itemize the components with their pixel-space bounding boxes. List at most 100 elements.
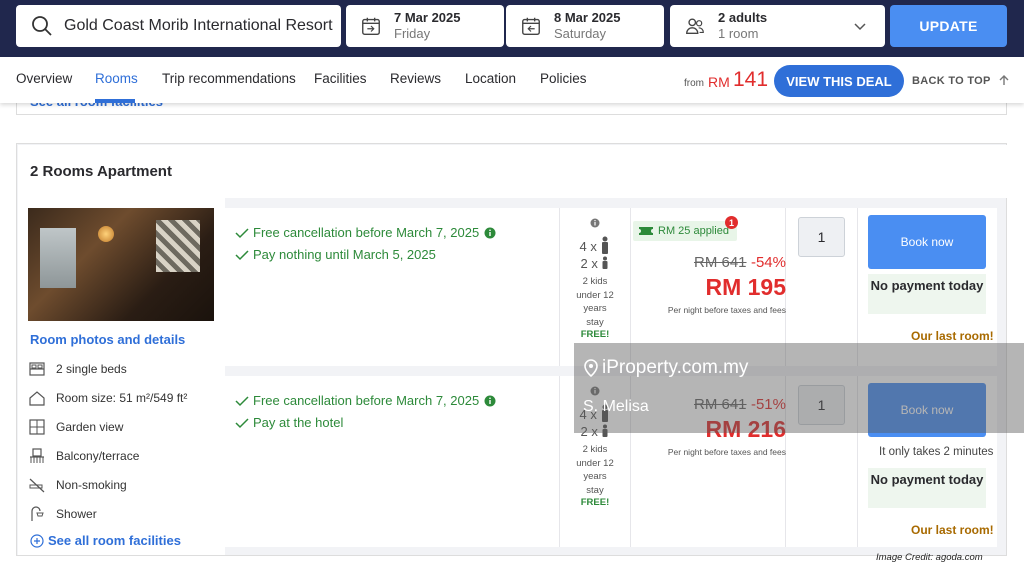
offer1-no-payment: No payment today bbox=[868, 274, 986, 314]
from-price: 141 bbox=[733, 68, 769, 91]
offer1-children: 2 x bbox=[580, 256, 598, 271]
checkout-day: Saturday bbox=[554, 26, 607, 41]
offer1-kids-note-2: under 12 bbox=[576, 289, 614, 301]
arrow-up-icon bbox=[999, 75, 1009, 85]
offer2-condition-2: Pay at the hotel bbox=[235, 415, 343, 430]
facility-shower: Shower bbox=[28, 505, 97, 523]
watermark-brand: iProperty.com.my bbox=[602, 357, 749, 378]
offer1-per-night: Per night before taxes and fees bbox=[667, 305, 786, 315]
facility-room-size: Room size: 51 m²/549 ft² bbox=[28, 389, 187, 407]
check-icon bbox=[235, 227, 249, 238]
offer1-last-room: Our last room! bbox=[911, 329, 994, 343]
balcony-icon bbox=[30, 448, 44, 463]
coupon-count-badge: 1 bbox=[725, 216, 738, 229]
guests-field[interactable]: 2 adults 1 room bbox=[670, 5, 885, 47]
offer2-condition-1: Free cancellation before March 7, 2025 bbox=[235, 393, 496, 408]
guests-rooms: 1 room bbox=[718, 26, 759, 41]
facility-non-smoking-label: Non-smoking bbox=[56, 478, 127, 492]
image-credit: Image Credit: agoda.com bbox=[876, 552, 983, 563]
active-tab-indicator bbox=[95, 99, 135, 103]
photo-wall-art bbox=[156, 220, 200, 272]
photo-window bbox=[40, 228, 76, 288]
checkin-date: 7 Mar 2025 bbox=[394, 10, 461, 25]
offer1-quantity-select[interactable]: 1 bbox=[798, 217, 845, 257]
info-small-icon[interactable] bbox=[590, 218, 600, 228]
update-button[interactable]: UPDATE bbox=[890, 5, 1007, 47]
offer2-condition-2-text: Pay at the hotel bbox=[253, 415, 344, 430]
facility-view-label: Garden view bbox=[56, 420, 124, 434]
see-all-facilities-link[interactable]: See all room facilities bbox=[30, 533, 181, 548]
check-icon bbox=[235, 249, 249, 260]
offer1-price: RM 641 -54% RM 195 Per night before taxe… bbox=[631, 254, 786, 315]
offer2-takes-note: It only takes 2 minutes bbox=[879, 446, 994, 458]
chevron-down-icon bbox=[854, 23, 866, 31]
bed-icon bbox=[29, 362, 45, 376]
see-all-facilities-label: See all room facilities bbox=[48, 533, 181, 548]
house-icon bbox=[29, 391, 45, 406]
offer1-kids-note-3: years bbox=[583, 303, 607, 314]
guests-adults: 2 adults bbox=[718, 10, 768, 25]
back-to-top-label: BACK TO TOP bbox=[912, 75, 991, 87]
tab-overview[interactable]: Overview bbox=[16, 71, 72, 86]
hotel-name-value: Gold Coast Morib International Resort bbox=[64, 17, 333, 34]
shower-icon bbox=[31, 506, 44, 521]
tab-reviews[interactable]: Reviews bbox=[390, 71, 441, 86]
checkin-field[interactable]: 7 Mar 2025 Friday bbox=[346, 5, 504, 47]
offer1-condition-2-text: Pay nothing until March 5, 2025 bbox=[253, 247, 436, 262]
offer1-kids-note-4: stay bbox=[586, 316, 604, 328]
offer2-kids-note-1: 2 kids bbox=[582, 444, 608, 455]
offer1-kids-note-1: 2 kids bbox=[582, 276, 608, 287]
section-nav: Overview Rooms Trip recommendations Faci… bbox=[0, 57, 1024, 103]
guests-icon bbox=[686, 18, 704, 35]
tab-location[interactable]: Location bbox=[465, 71, 516, 86]
offer1-final-price: RM 195 bbox=[705, 274, 786, 300]
from-currency: RM bbox=[708, 74, 730, 90]
facility-room-size-label: Room size: 51 m²/549 ft² bbox=[56, 391, 188, 405]
tab-facilities[interactable]: Facilities bbox=[314, 71, 367, 86]
search-bar: Gold Coast Morib International Resort 7 … bbox=[0, 0, 1024, 57]
photo-lamp bbox=[98, 226, 114, 242]
offer1-book-button[interactable]: Book now bbox=[868, 215, 986, 269]
checkout-field[interactable]: 8 Mar 2025 Saturday bbox=[506, 5, 664, 47]
offer1-condition-2: Pay nothing until March 5, 2025 bbox=[235, 247, 436, 262]
plus-circle-icon bbox=[30, 533, 44, 548]
view-deal-button[interactable]: VIEW THIS DEAL bbox=[774, 65, 904, 97]
coupon-icon bbox=[639, 227, 653, 235]
offer2-kids-note-4: stay bbox=[586, 484, 604, 496]
offer1-adults: 4 x bbox=[579, 239, 597, 254]
calendar-checkin-icon bbox=[362, 17, 380, 35]
facility-balcony-label: Balcony/terrace bbox=[56, 449, 140, 463]
room-photos-link[interactable]: Room photos and details bbox=[30, 332, 185, 347]
hotel-search-field[interactable]: Gold Coast Morib International Resort bbox=[16, 5, 341, 47]
offer2-kids-note-2: under 12 bbox=[576, 457, 614, 469]
check-icon bbox=[235, 417, 249, 428]
offer1-condition-1: Free cancellation before March 7, 2025 bbox=[235, 225, 496, 240]
facility-beds: 2 single beds bbox=[28, 360, 127, 378]
coupon-applied-tag: RM 25 applied bbox=[633, 221, 737, 241]
tab-rooms[interactable]: Rooms bbox=[95, 71, 138, 86]
offer2-kids-note-3: years bbox=[583, 471, 607, 482]
watermark-agent-name: S. Melisa bbox=[583, 398, 649, 415]
tab-policies[interactable]: Policies bbox=[540, 71, 587, 86]
offer2-condition-1-text: Free cancellation before March 7, 2025 bbox=[253, 393, 480, 408]
check-icon bbox=[235, 395, 249, 406]
info-icon[interactable] bbox=[484, 227, 496, 239]
room-photo[interactable] bbox=[28, 208, 214, 321]
watermark-logo: iProperty.com.my bbox=[584, 357, 748, 379]
window-icon bbox=[29, 419, 45, 435]
facility-non-smoking: Non-smoking bbox=[28, 476, 127, 494]
info-icon[interactable] bbox=[484, 395, 496, 407]
from-label: from bbox=[684, 78, 704, 89]
back-to-top-link[interactable]: BACK TO TOP bbox=[912, 73, 1011, 87]
search-icon bbox=[32, 16, 52, 36]
adult-icon bbox=[602, 236, 609, 254]
tab-trip-recommendations[interactable]: Trip recommendations bbox=[162, 71, 296, 86]
checkout-date: 8 Mar 2025 bbox=[554, 10, 621, 25]
offer1-condition-1-text: Free cancellation before March 7, 2025 bbox=[253, 225, 480, 240]
room-card-header: 2 Rooms Apartment bbox=[18, 145, 1007, 198]
offer2-last-room: Our last room! bbox=[911, 523, 994, 537]
calendar-checkout-icon bbox=[522, 17, 540, 35]
coupon-applied-text: RM 25 applied bbox=[658, 225, 729, 237]
facility-shower-label: Shower bbox=[56, 507, 97, 521]
facility-view: Garden view bbox=[28, 418, 123, 436]
